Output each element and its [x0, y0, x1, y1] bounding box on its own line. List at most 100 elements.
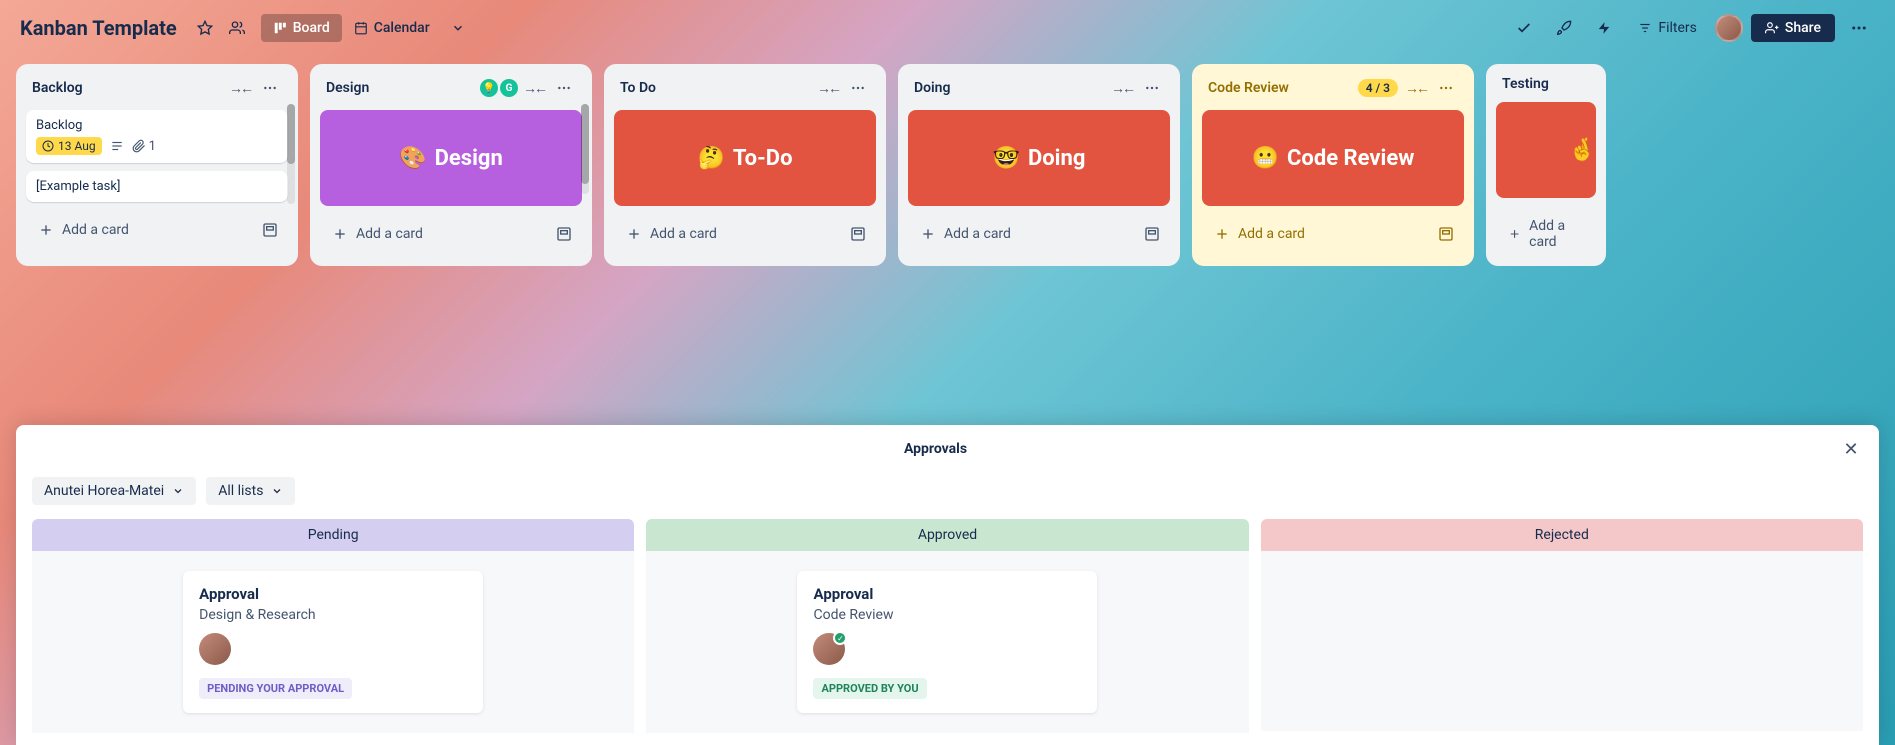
list-testing: Testing 🤞 Add a card — [1486, 64, 1606, 266]
list-title[interactable]: Testing — [1502, 76, 1590, 92]
list-limit-badge: 4 / 3 — [1358, 79, 1398, 97]
approval-card-title: Approval — [813, 585, 1081, 603]
cover-emoji: 🎨 — [399, 146, 426, 171]
template-icon[interactable] — [256, 216, 284, 244]
approval-col-approved: Approved Approval Code Review ✓ APPROVED… — [646, 519, 1248, 733]
collapse-icon[interactable]: →← — [228, 76, 252, 100]
description-icon — [110, 139, 124, 153]
approval-card-title: Approval — [199, 585, 467, 603]
cover-text: Code Review — [1287, 146, 1414, 171]
top-bar: Kanban Template Board Calendar Filters S… — [0, 0, 1895, 56]
cover-emoji: 🤓 — [993, 146, 1020, 171]
attachment-icon: 1 — [132, 139, 156, 154]
check-icon[interactable] — [1508, 12, 1540, 44]
add-card-button[interactable]: Add a card — [912, 220, 1138, 248]
list-doing: Doing →← 🤓 Doing Add a card — [898, 64, 1180, 266]
avatar: ✓ — [813, 633, 845, 665]
cover-card-todo[interactable]: 🤔 To-Do — [614, 110, 876, 206]
collapse-icon[interactable]: →← — [1404, 76, 1428, 100]
list-title[interactable]: Doing — [914, 80, 1110, 96]
cover-card-doing[interactable]: 🤓 Doing — [908, 110, 1170, 206]
status-badge: APPROVED BY YOU — [813, 678, 926, 699]
board-view-button[interactable]: Board — [261, 14, 342, 42]
cover-card-testing[interactable]: 🤞 — [1496, 102, 1596, 198]
add-card-button[interactable]: Add a card — [618, 220, 844, 248]
status-badge: PENDING YOUR APPROVAL — [199, 678, 352, 699]
list-filter-dropdown[interactable]: All lists — [206, 477, 295, 505]
approval-card[interactable]: Approval Code Review ✓ APPROVED BY YOU — [797, 571, 1097, 713]
template-icon[interactable] — [550, 220, 578, 248]
template-icon[interactable] — [844, 220, 872, 248]
people-icon[interactable] — [221, 12, 253, 44]
template-icon[interactable] — [1138, 220, 1166, 248]
list-title[interactable]: Design — [326, 80, 480, 96]
add-card-button[interactable]: Add a card — [1500, 212, 1592, 256]
cover-text: To-Do — [733, 146, 793, 171]
list-design: Design 💡 G →← 🎨 Design Add a card — [310, 64, 592, 266]
add-card-button[interactable]: Add a card — [30, 216, 256, 244]
add-card-button[interactable]: Add a card — [1206, 220, 1432, 248]
rocket-icon[interactable] — [1548, 12, 1580, 44]
list-backlog: Backlog →← Backlog 13 Aug 1 [Example — [16, 64, 298, 266]
list-title[interactable]: Backlog — [32, 80, 228, 96]
list-code-review: Code Review 4 / 3 →← 😬 Code Review Add a… — [1192, 64, 1474, 266]
calendar-view-label: Calendar — [374, 20, 430, 36]
grammarly-icon[interactable]: G — [500, 79, 518, 97]
template-icon[interactable] — [1432, 220, 1460, 248]
list-menu-icon[interactable] — [258, 76, 282, 100]
approval-card[interactable]: Approval Design & Research PENDING YOUR … — [183, 571, 483, 713]
col-header: Rejected — [1261, 519, 1863, 551]
cover-card-code-review[interactable]: 😬 Code Review — [1202, 110, 1464, 206]
card-title: [Example task] — [36, 179, 278, 194]
list-menu-icon[interactable] — [846, 76, 870, 100]
col-header: Pending — [32, 519, 634, 551]
calendar-view-button[interactable]: Calendar — [342, 14, 442, 42]
card-example[interactable]: [Example task] — [26, 171, 288, 202]
share-button[interactable]: Share — [1751, 14, 1835, 42]
add-card-button[interactable]: Add a card — [324, 220, 550, 248]
cover-emoji: 🤔 — [698, 146, 725, 171]
scrollbar[interactable] — [581, 104, 589, 194]
avatar — [199, 633, 231, 665]
check-badge-icon: ✓ — [833, 631, 847, 645]
cover-text: Doing — [1028, 146, 1085, 171]
cover-text: Design — [435, 146, 503, 171]
list-menu-icon[interactable] — [1434, 76, 1458, 100]
collapse-icon[interactable]: →← — [1110, 76, 1134, 100]
grammarly-icons: 💡 G — [480, 79, 518, 97]
cover-emoji: 🤞 — [1569, 138, 1596, 163]
cover-card-design[interactable]: 🎨 Design — [320, 110, 582, 206]
cover-emoji: 😬 — [1252, 146, 1279, 171]
board-view-label: Board — [293, 20, 330, 36]
star-icon[interactable] — [189, 12, 221, 44]
filters-label: Filters — [1658, 20, 1697, 36]
date-badge: 13 Aug — [36, 137, 102, 155]
close-icon[interactable]: ✕ — [1839, 437, 1863, 461]
collapse-icon[interactable]: →← — [816, 76, 840, 100]
more-icon[interactable] — [1843, 12, 1875, 44]
approvals-title: Approvals — [32, 441, 1839, 457]
collapse-icon[interactable]: →← — [522, 76, 546, 100]
list-todo: To Do →← 🤔 To-Do Add a card — [604, 64, 886, 266]
board-title[interactable]: Kanban Template — [20, 16, 177, 40]
list-menu-icon[interactable] — [552, 76, 576, 100]
lightbulb-icon[interactable]: 💡 — [480, 79, 498, 97]
approval-card-sub: Design & Research — [199, 607, 467, 623]
approvals-panel: Approvals ✕ Anutei Horea-Matei All lists… — [16, 425, 1879, 745]
approval-card-sub: Code Review — [813, 607, 1081, 623]
filters-button[interactable]: Filters — [1628, 14, 1707, 42]
user-filter-dropdown[interactable]: Anutei Horea-Matei — [32, 477, 196, 505]
bolt-icon[interactable] — [1588, 12, 1620, 44]
user-avatar[interactable] — [1715, 14, 1743, 42]
card-backlog[interactable]: Backlog 13 Aug 1 — [26, 110, 288, 163]
col-header: Approved — [646, 519, 1248, 551]
list-menu-icon[interactable] — [1140, 76, 1164, 100]
list-title[interactable]: Code Review — [1208, 80, 1358, 96]
card-title: Backlog — [36, 118, 278, 133]
scrollbar[interactable] — [287, 104, 295, 204]
share-label: Share — [1785, 20, 1821, 36]
board-area: Backlog →← Backlog 13 Aug 1 [Example — [0, 56, 1895, 282]
approval-col-rejected: Rejected — [1261, 519, 1863, 733]
list-title[interactable]: To Do — [620, 80, 816, 96]
chevron-down-icon[interactable] — [442, 12, 474, 44]
